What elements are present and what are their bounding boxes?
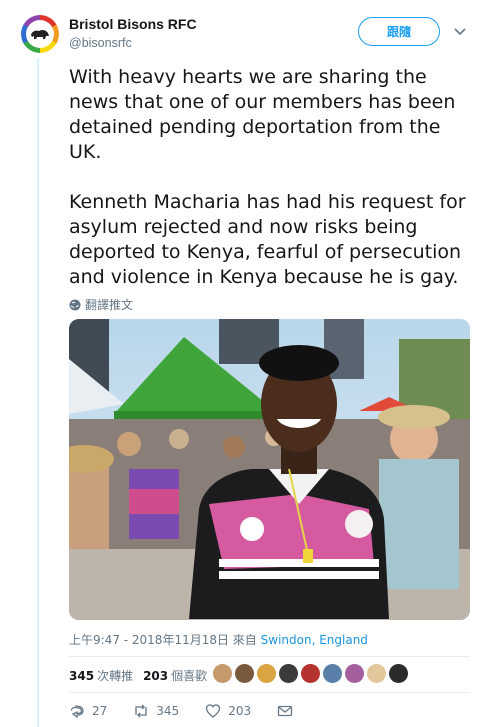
retweet-stat-label: 次轉推 [97,669,134,683]
like-count: 203 [143,669,169,683]
avatar[interactable] [21,15,59,53]
follow-button[interactable]: 跟隨 [358,17,440,46]
tweet-location[interactable]: Swindon, England [261,633,368,647]
liker-avatar[interactable] [279,664,298,683]
author-handle[interactable]: @bisonsrfc [69,36,132,50]
engagement-counts: 345 次轉推 203 個喜歡 [69,667,207,684]
reply-button[interactable]: 27 [69,703,107,719]
reply-count: 27 [92,704,108,718]
bison-logo-icon [31,29,49,39]
tweet-paragraph: Kenneth Macharia has had his request for… [69,191,466,288]
retweet-button[interactable]: 345 [133,703,179,719]
photo-illustration [69,319,470,620]
tweet-meta: 上午9:47 - 2018年11月18日 來自 Swindon, England [69,631,368,648]
retweet-icon [135,704,147,718]
tweet-text: With heavy hearts we are sharing the new… [69,65,477,315]
tweet-photo[interactable] [69,319,470,620]
liker-avatar[interactable] [367,664,386,683]
tweet-timestamp[interactable]: 上午9:47 - 2018年11月18日 來自 [69,633,257,647]
tweet-paragraph: With heavy hearts we are sharing the new… [69,66,456,163]
direct-message-button[interactable] [277,703,293,719]
envelope-icon [277,705,293,717]
globe-icon [69,299,81,310]
liker-avatar[interactable] [345,664,364,683]
liker-avatar[interactable] [257,664,276,683]
liker-avatars [213,664,408,683]
translate-link[interactable]: 翻譯推文 [69,296,133,313]
retweet-stat[interactable]: 345 次轉推 [69,667,133,684]
divider [69,692,470,693]
like-action-count: 203 [228,704,252,718]
liker-avatar[interactable] [301,664,320,683]
liker-avatar[interactable] [389,664,408,683]
reply-icon [70,705,84,719]
heart-icon [206,704,221,718]
author-name[interactable]: Bristol Bisons RFC [69,16,197,32]
retweet-count: 345 [69,669,95,683]
tweet-actions: 27 345 203 [69,703,319,719]
retweet-action-count: 345 [156,704,180,718]
like-button[interactable]: 203 [205,703,251,719]
liker-avatar[interactable] [235,664,254,683]
liker-avatar[interactable] [213,664,232,683]
thread-line [37,58,39,727]
like-stat-label: 個喜歡 [171,669,208,683]
chevron-down-icon[interactable] [452,23,468,39]
translate-label[interactable]: 翻譯推文 [85,296,133,313]
like-stat[interactable]: 203 個喜歡 [143,667,207,684]
divider [69,656,470,657]
liker-avatar[interactable] [323,664,342,683]
